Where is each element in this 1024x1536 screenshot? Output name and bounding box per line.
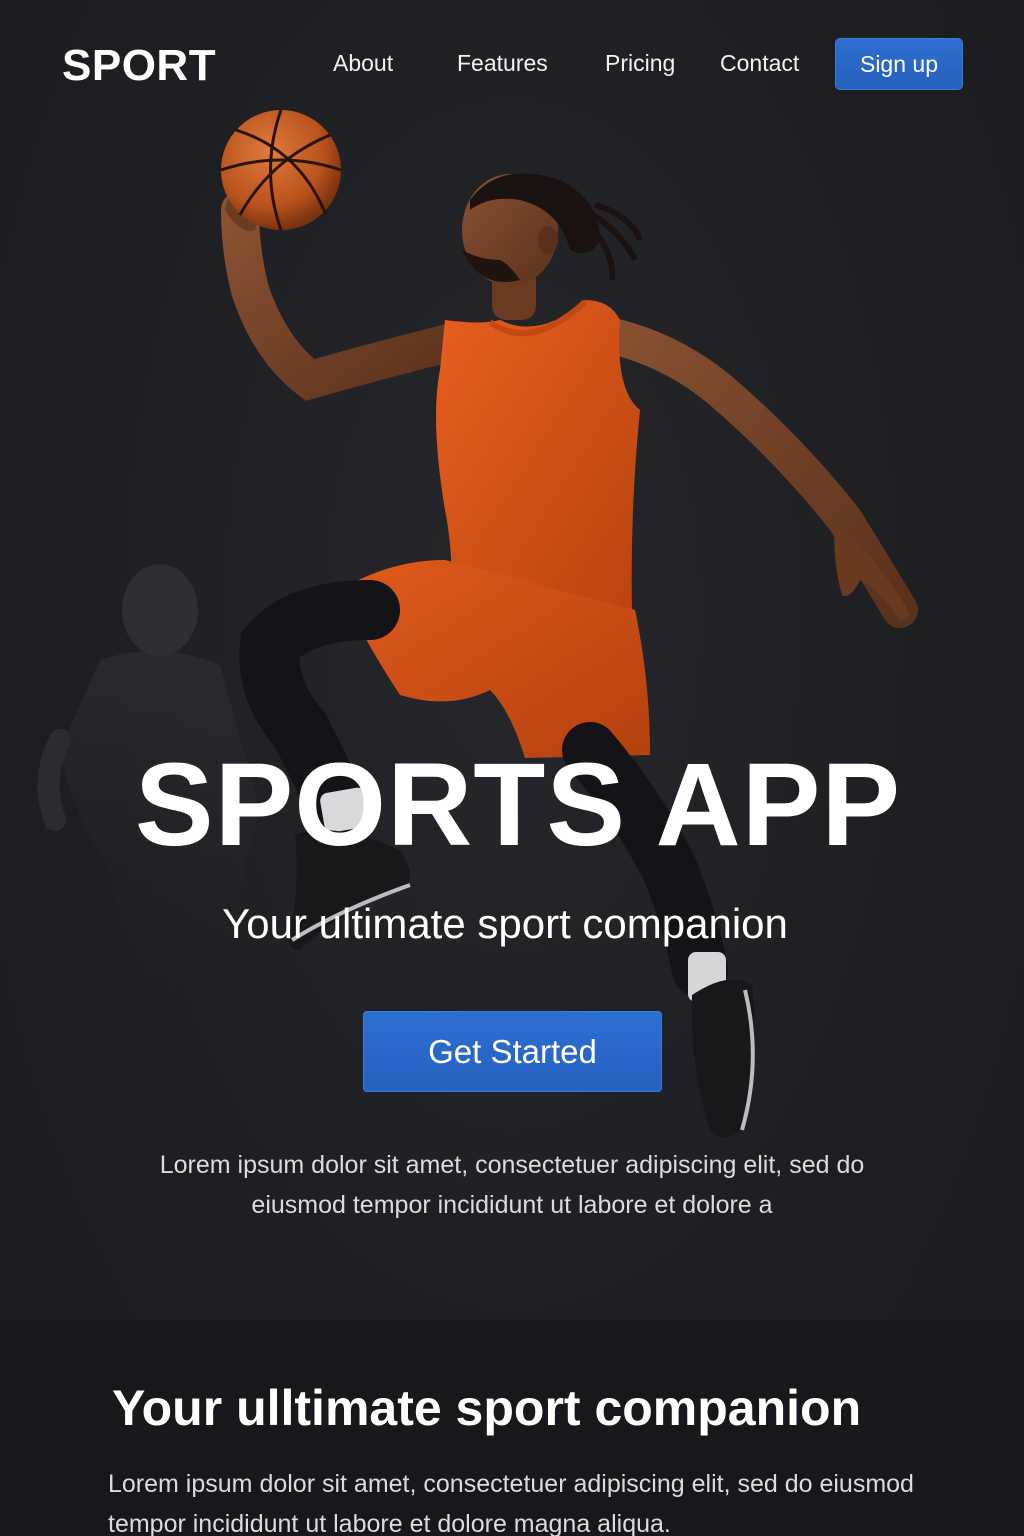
nav-link-pricing[interactable]: Pricing — [605, 48, 675, 78]
get-started-button[interactable]: Get Started — [363, 1011, 662, 1092]
hero-photo — [37, 109, 918, 1138]
hero-section: SPORTS APP Your ultimate sport companion… — [0, 0, 1024, 1320]
hero-title: SPORTS APP — [134, 739, 902, 871]
top-navigation: SPORT About Features Pricing Contact Sig… — [0, 0, 1024, 128]
nav-link-contact[interactable]: Contact — [720, 48, 799, 78]
nav-link-about[interactable]: About — [333, 48, 393, 78]
hero-subtitle: Your ultimate sport companion — [222, 900, 788, 947]
hero-description: Lorem ipsum dolor sit amet, consectetuer… — [159, 1151, 865, 1219]
brand-logo[interactable]: SPORT — [62, 40, 216, 92]
player-head — [462, 173, 643, 286]
companion-section: Your ulltimate sport companion Lorem ips… — [0, 1320, 1024, 1536]
sign-up-button[interactable]: Sign up — [835, 38, 963, 90]
basketball — [220, 109, 342, 231]
landing-page: SPORTS APP Your ultimate sport companion… — [0, 0, 1024, 1536]
section-paragraph: Lorem ipsum dolor sit amet, consectetuer… — [108, 1470, 914, 1536]
nav-link-features[interactable]: Features — [457, 48, 548, 78]
section-heading: Your ulltimate sport companion — [112, 1380, 862, 1436]
